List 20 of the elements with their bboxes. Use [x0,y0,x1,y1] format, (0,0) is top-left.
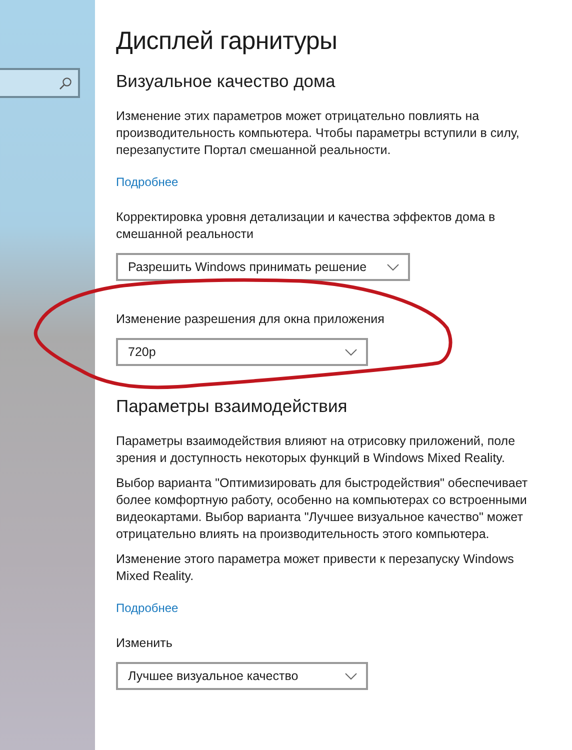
dropdown-label: Изменить [116,635,174,652]
search-icon [59,76,72,90]
chevron-down-icon [386,264,399,270]
dropdown[interactable]: 720p [116,338,368,366]
search-field[interactable] [0,68,80,98]
section-heading: Параметры взаимодействия [116,396,348,417]
dropdown-label: Изменение разрешения для окна приложения [116,311,386,328]
section-heading: Визуальное качество дома [116,71,336,92]
dropdown[interactable]: Разрешить Windows принимать решение [116,253,410,281]
page-title: Дисплей гарнитуры [116,26,338,56]
paragraph: Выбор варианта "Оптимизировать для быстродействия" обеспечивает более комфортную работу, особенно на компьютерах со встроенными видеокартами. Выбор варианта "Лучшее визуальное качество" может отрицательно влиять на производительность этого компьютера. [116,475,529,543]
chevron-down-icon [345,348,357,356]
learn-more-link[interactable]: Подробнее [116,173,178,191]
chevron-down-icon [345,672,357,680]
dropdown-label: Корректировка уровня детализации и качества эффектов дома в смешанной реальности [116,209,496,243]
dropdown[interactable]: Лучшее визуальное качество [116,662,368,690]
paragraph: Параметры взаимодействия влияют на отрисовку приложений, поле зрения и доступность некоторых функций в Windows Mixed Reality. [116,433,516,467]
paragraph: Изменение этого параметра может привести к перезапуску Windows Mixed Reality. [116,551,515,585]
paragraph: Изменение этих параметров может отрицательно повлиять на производительность компьютера. Чтобы параметры вступили в силу, перезапустите Портал смешанной реальности. [116,108,520,159]
learn-more-link[interactable]: Подробнее [116,599,178,617]
